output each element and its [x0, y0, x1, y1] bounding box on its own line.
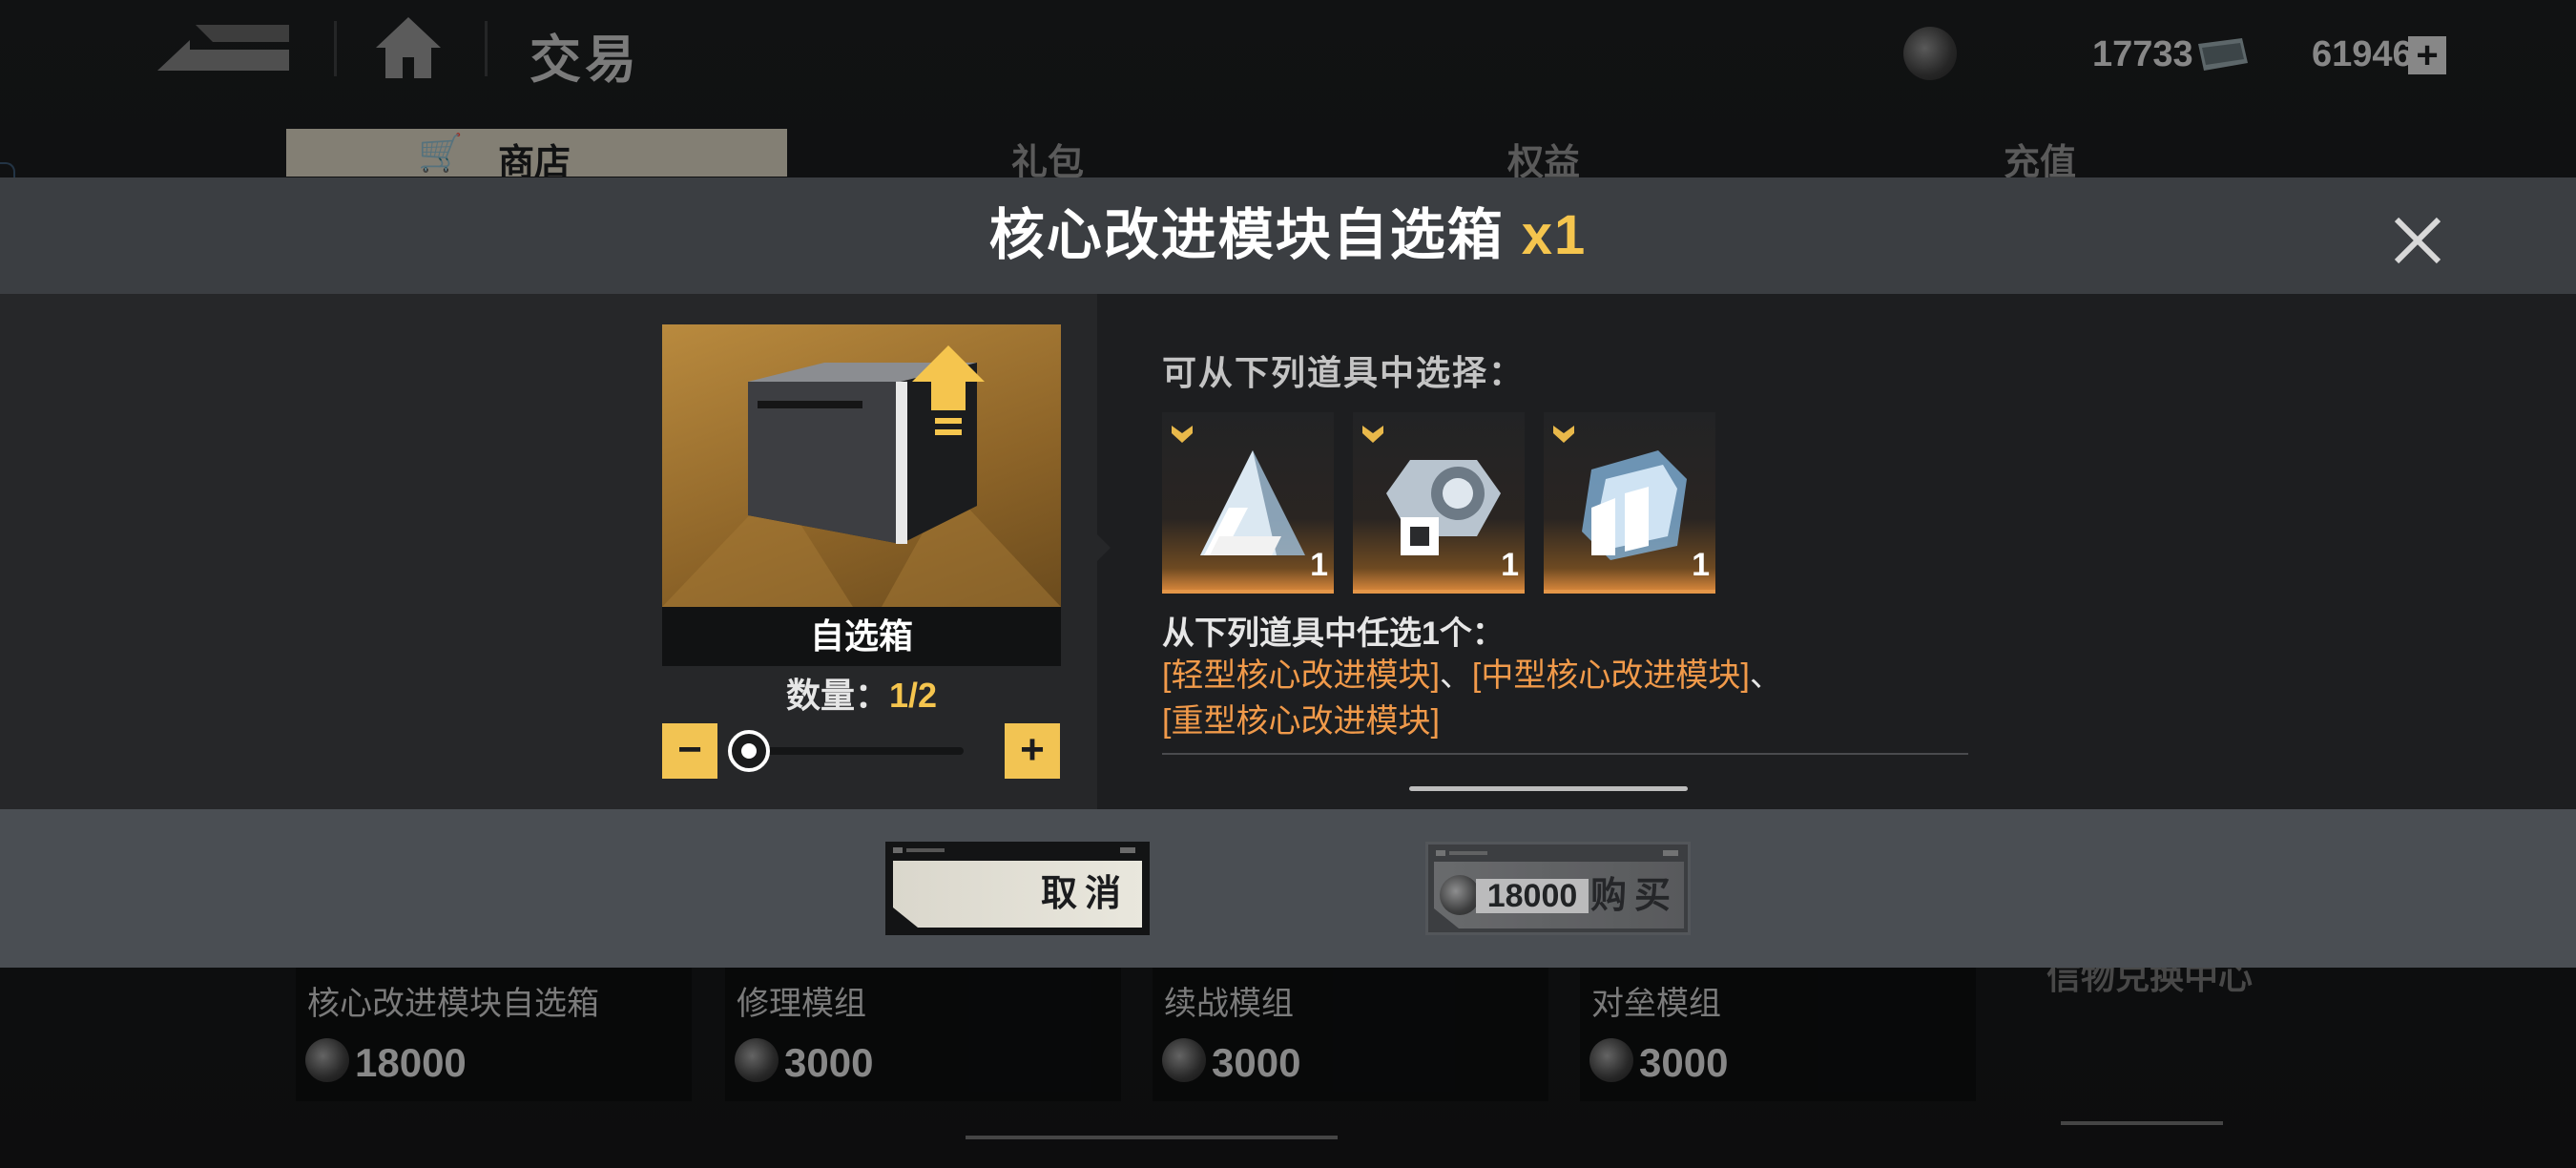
- buy-price: 18000: [1476, 879, 1589, 913]
- close-icon[interactable]: [2387, 210, 2448, 271]
- choice-scrollbar[interactable]: [1409, 786, 1688, 791]
- modal-header: 核心改进模块自选箱 x1: [0, 177, 2576, 294]
- item-name: 自选箱: [809, 616, 913, 656]
- modal-title-text: 核心改进模块自选箱: [988, 204, 1505, 266]
- selection-box-icon: [662, 345, 1061, 607]
- buy-button[interactable]: 18000 购买: [1425, 842, 1691, 935]
- choice-count: 1: [1310, 547, 1328, 583]
- modal-title-quantity: x1: [1521, 204, 1588, 266]
- choice-item-heavy[interactable]: 1: [1544, 412, 1715, 594]
- option-separator: 、: [1749, 657, 1782, 694]
- cancel-button[interactable]: 取消: [885, 842, 1150, 935]
- button-decoration: [1436, 850, 1678, 856]
- buy-button-label: 购买: [1590, 876, 1679, 916]
- selection-rule-text: 从下列道具中任选1个：: [1162, 615, 1505, 652]
- pane-pointer: [1097, 534, 1111, 561]
- light-core-module-icon: [1200, 450, 1305, 555]
- option-list-line-2: [重型核心改进模块]: [1162, 695, 1440, 741]
- option-separator: 、: [1439, 657, 1472, 694]
- quantity-decrease-button[interactable]: −: [662, 723, 717, 779]
- button-decoration: [893, 847, 1135, 853]
- cancel-button-label: 取消: [1040, 874, 1129, 914]
- choice-count: 1: [1501, 547, 1519, 583]
- choose-heading: 可从下列道具中选择：: [1162, 353, 1526, 392]
- quantity-slider-thumb[interactable]: [728, 730, 770, 772]
- game-screen: 交易 17733 619460 + 🛒 商店 礼包 权益 充值 核心改进模块自选…: [0, 0, 2576, 1168]
- choice-count: 1: [1692, 547, 1710, 583]
- option-medium-module: [中型核心改进模块]: [1471, 657, 1750, 694]
- modal-footer: [0, 809, 2576, 968]
- choice-item-light[interactable]: 1: [1162, 412, 1334, 594]
- quantity-label: 数量：: [785, 676, 889, 715]
- quantity-value: 1/2: [888, 676, 938, 715]
- quantity-increase-button[interactable]: +: [1005, 723, 1060, 779]
- option-light-module: [轻型核心改进模块]: [1162, 657, 1440, 694]
- option-list-line-1: [轻型核心改进模块]、[中型核心改进模块]、: [1162, 649, 1782, 696]
- option-heavy-module: [重型核心改进模块]: [1162, 703, 1440, 740]
- coin-icon: [1440, 875, 1480, 915]
- medium-core-module-icon: [1386, 460, 1501, 555]
- modal-title: 核心改进模块自选箱 x1: [0, 177, 2576, 294]
- quantity-display: 数量：1/2: [662, 668, 1061, 718]
- heavy-core-module-icon: [1582, 450, 1687, 560]
- choice-divider: [1162, 753, 1968, 755]
- selection-box-image: [662, 324, 1061, 607]
- quantity-slider-track[interactable]: [750, 747, 964, 755]
- choice-item-medium[interactable]: 1: [1353, 412, 1525, 594]
